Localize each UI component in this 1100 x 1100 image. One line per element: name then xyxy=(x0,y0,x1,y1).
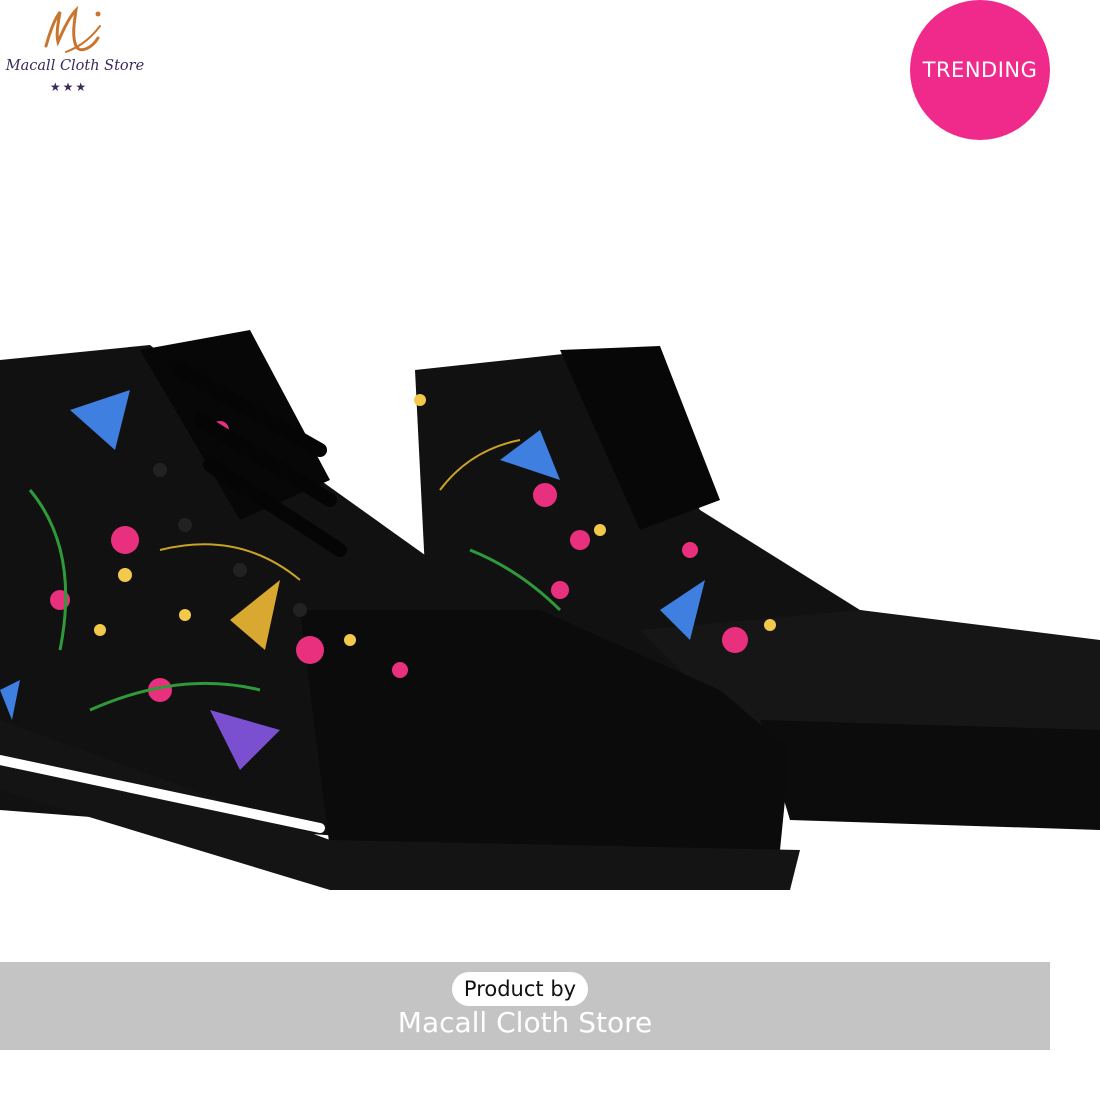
trending-badge: TRENDING xyxy=(910,0,1050,140)
monogram-logo-icon xyxy=(44,5,101,53)
product-by-label: Product by xyxy=(452,972,588,1006)
logo-text: Macall Cloth Store xyxy=(5,58,145,74)
logo-stars: ★★★ xyxy=(49,80,89,94)
store-name: Macall Cloth Store xyxy=(397,1006,653,1039)
product-photo xyxy=(0,330,1100,890)
store-logo: Macall Cloth Store ★★★ xyxy=(0,0,150,100)
